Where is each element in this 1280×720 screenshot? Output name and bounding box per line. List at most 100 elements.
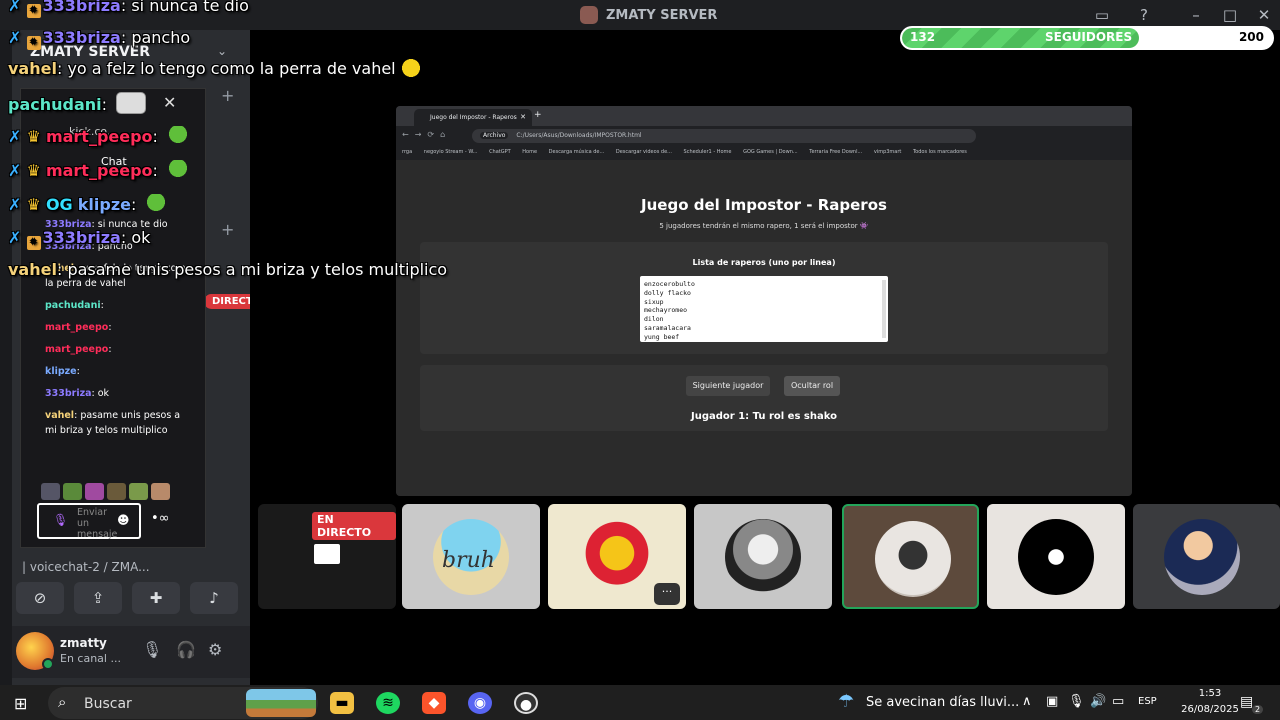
bookmark[interactable]: Home (522, 149, 537, 155)
desktop: ZMATY SERVER ▭ ? – □ ✕ ZMATY SERVER ⌄ + … (0, 0, 1280, 720)
maximize-button[interactable]: □ (1220, 5, 1240, 25)
taskbar: ⊞ ⌕ Buscar ▬ ≋ ◆ ◉ ● ☂ Se avecinan días … (0, 685, 1280, 720)
new-tab-icon[interactable]: + (534, 110, 542, 120)
address-bar[interactable]: Archivo C:/Users/Asus/Downloads/IMPOSTOR… (472, 129, 976, 143)
search-highlight-image (246, 689, 316, 717)
microphone-icon[interactable]: 🎙 (142, 640, 162, 659)
chat-username: pachudani (45, 300, 101, 311)
emote-icon[interactable] (129, 483, 148, 500)
screen-share-icon[interactable]: ▭ (1092, 5, 1112, 25)
share-screen-icon[interactable]: ⇪ (74, 582, 122, 614)
kick-chat-message: 333briza: ok (45, 386, 195, 401)
bookmark[interactable]: Descargar videos de... (616, 149, 672, 155)
headphones-icon[interactable]: 🎧 (176, 640, 196, 659)
emote-icon[interactable] (41, 483, 60, 500)
kick-chat-message: vahel: pasame unis pesos a mi briza y te… (45, 408, 195, 438)
emote-icon[interactable] (85, 483, 104, 500)
rapper-line: enzocerobulto (644, 280, 695, 288)
emote-icon[interactable] (63, 483, 82, 500)
participant-tile[interactable]: ··· (548, 504, 686, 609)
bookmark[interactable]: vimp3mart (874, 149, 902, 155)
spotify-icon[interactable]: ≋ (376, 692, 400, 714)
chat-input[interactable]: 🎙 Enviar un mensaje ☻ (37, 503, 141, 540)
emote-row (41, 483, 170, 500)
rappers-textarea[interactable]: enzocerobulto dolly flacko sixup mechayr… (640, 276, 888, 342)
emote-icon[interactable] (151, 483, 170, 500)
og-badge-icon: OG (45, 195, 73, 214)
more-options-icon[interactable]: ··· (654, 583, 680, 605)
overlay-chat-message: ✗ ♛ OG klipze: (8, 194, 168, 214)
help-icon[interactable]: ? (1134, 5, 1154, 25)
browser-tab-title: Juego del Impostor - Raperos (430, 114, 517, 121)
camera-off-icon[interactable]: ⊘ (16, 582, 64, 614)
bookmark[interactable]: Descarga música de... (549, 149, 605, 155)
close-icon[interactable]: ✕ (520, 113, 526, 121)
next-player-button[interactable]: Siguiente jugador (686, 376, 770, 396)
scrollbar[interactable] (882, 280, 886, 338)
avatar (579, 519, 655, 595)
gear-icon[interactable]: ⚙ (208, 640, 222, 659)
minimize-button[interactable]: – (1186, 5, 1206, 25)
emote-icon (399, 58, 422, 78)
search-input[interactable]: ⌕ Buscar (48, 687, 318, 719)
bookmark[interactable]: Scheduler1 - Home (684, 149, 732, 155)
speaker-icon[interactable]: 🔊 (1090, 694, 1106, 709)
followers-goal-bar: 132 SEGUIDORES 200 (900, 26, 1274, 50)
soundboard-icon[interactable]: ♪ (190, 582, 238, 614)
rapper-line: yung beef (644, 332, 680, 341)
bookmark[interactable]: Terraria Free Downl... (809, 149, 862, 155)
activity-icon[interactable]: ✚ (132, 582, 180, 614)
subscriber-badge-icon: ✦ (26, 4, 41, 18)
close-button[interactable]: ✕ (1254, 5, 1274, 25)
language-indicator[interactable]: ESP (1138, 696, 1157, 707)
network-icon[interactable]: ▭ (1112, 694, 1124, 709)
search-placeholder: Buscar (84, 696, 132, 712)
stream-tile[interactable]: EN DIRECTO (258, 504, 396, 609)
hide-role-button[interactable]: Ocultar rol (784, 376, 840, 396)
weather-text[interactable]: Se avecinan días lluvi... (866, 695, 1019, 710)
chevron-up-icon[interactable]: ∧ (1022, 694, 1032, 709)
rappers-list-label: Lista de raperos (uno por linea) (692, 258, 836, 267)
discord-icon[interactable]: ◉ (468, 692, 492, 714)
emote-icon (145, 194, 168, 214)
chat-text: pasame unis pesos a mi briza y telos mul… (67, 260, 448, 279)
participant-tile[interactable]: bruh (402, 504, 540, 609)
chat-username: mart_peepo (45, 344, 109, 355)
moderator-badge-icon: ✗ (8, 0, 22, 15)
chat-username: mart_peepo (45, 127, 153, 146)
participant-tile[interactable] (1133, 504, 1280, 609)
emote-icon[interactable] (107, 483, 126, 500)
online-status-icon (42, 658, 54, 670)
clock-time[interactable]: 1:53 (1170, 688, 1250, 699)
avatar (1018, 519, 1094, 595)
bookmark[interactable]: ChatGPT (489, 149, 511, 155)
bookmark[interactable]: Todos los marcadores (913, 149, 967, 155)
chat-username: pachudani (8, 95, 102, 114)
file-explorer-icon[interactable]: ▬ (330, 692, 354, 714)
voice-channel-name[interactable]: | voicechat-2 / ZMA... (22, 560, 150, 574)
clock-date[interactable]: 26/08/2025 (1170, 704, 1250, 715)
obs-icon[interactable]: ● (514, 692, 538, 714)
chat-colon: : (131, 195, 137, 214)
avatar-text: bruh (442, 548, 495, 573)
weather-rain-icon[interactable]: ☂ (838, 691, 854, 712)
windows-start-icon[interactable]: ⊞ (14, 694, 32, 713)
brave-icon[interactable]: ◆ (422, 692, 446, 714)
overlay-chat-message: ✗ ✦ 333briza: pancho (8, 28, 190, 50)
chat-colon: : (100, 300, 104, 311)
user-name[interactable]: zmatty (60, 636, 107, 650)
microphone-icon[interactable]: 🎙 (1068, 694, 1085, 709)
emoji-icon[interactable]: ☻ (117, 513, 130, 527)
kick-chat-message: pachudani: (45, 298, 195, 313)
microphone-icon[interactable]: 🎙 (53, 513, 68, 527)
rapper-line: dilon (644, 315, 664, 324)
participant-tile[interactable] (987, 504, 1125, 609)
bookmark[interactable]: GOG Games | Down... (743, 149, 798, 155)
infinity-icon[interactable]: •∞ (151, 511, 170, 526)
participant-tile[interactable] (694, 504, 832, 609)
overlay-chat-message: vahel: pasame unis pesos a mi briza y te… (8, 260, 447, 279)
chat-text: ok (131, 228, 151, 247)
participant-tile-speaking[interactable] (842, 504, 979, 609)
tray-app-icon[interactable]: ▣ (1046, 694, 1058, 709)
chat-colon: : (76, 366, 80, 377)
